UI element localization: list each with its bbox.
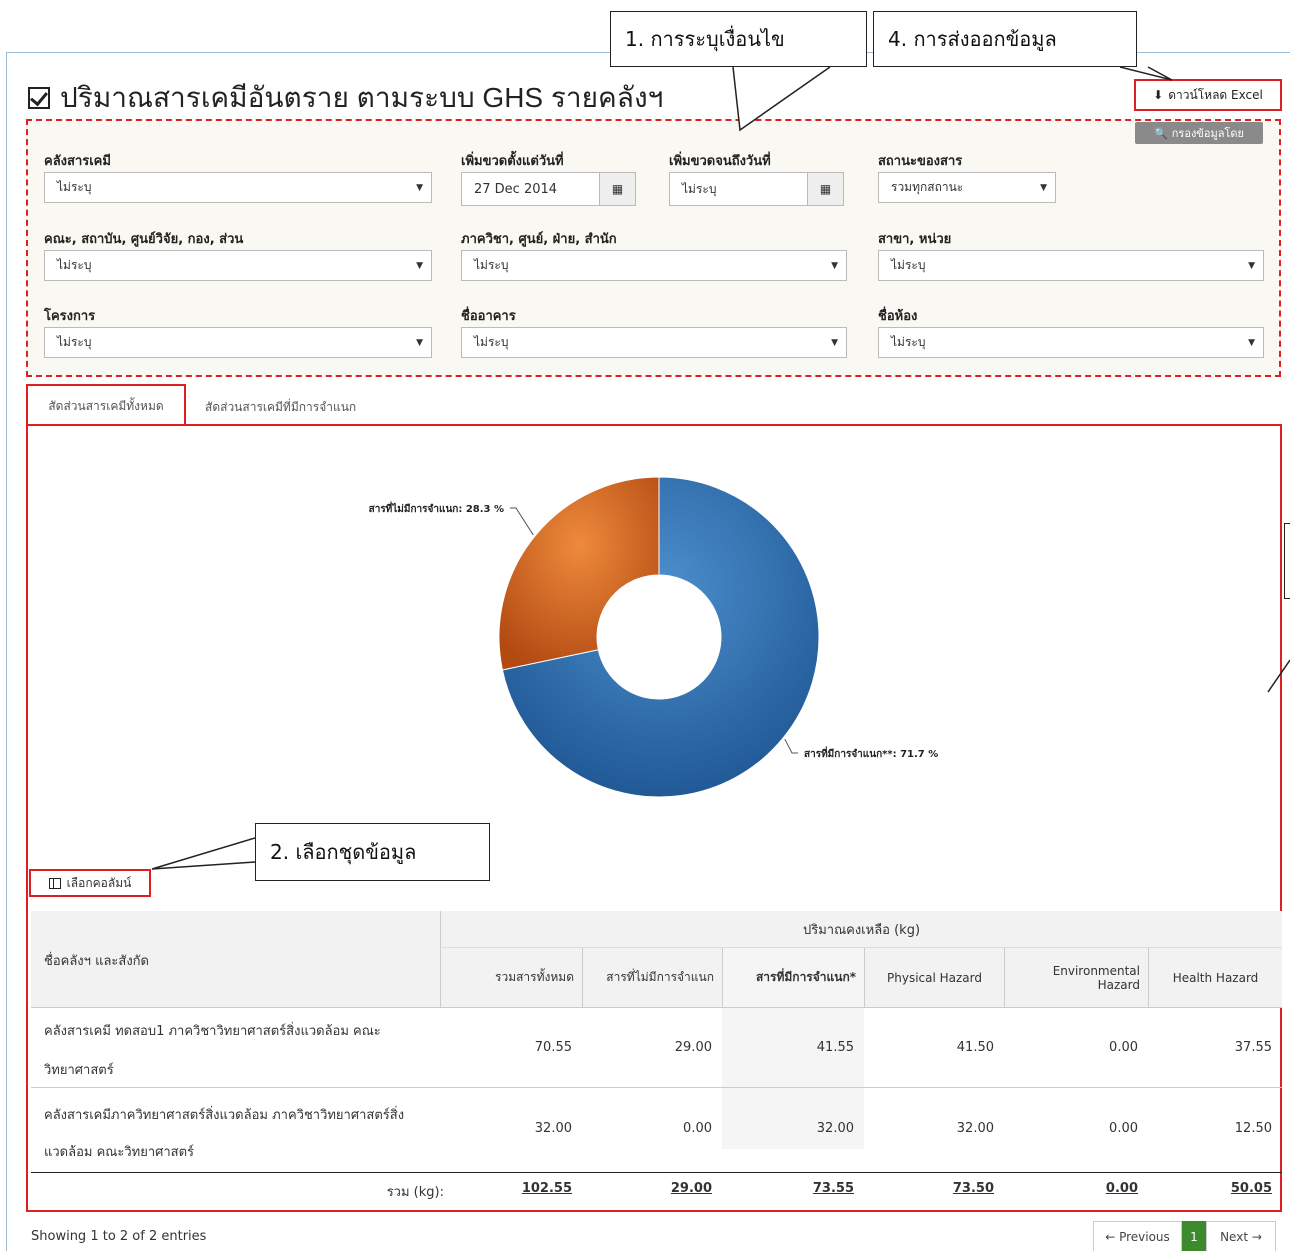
callout-select-dataset: 2. เลือกชุดข้อมูล	[255, 823, 490, 881]
callout-export-pointer	[1119, 66, 1173, 81]
row1-value-5: 37.55	[1234, 1040, 1272, 1055]
callout-offscreen	[1284, 523, 1290, 599]
pagination: ← Previous 1 Next →	[1093, 1221, 1276, 1251]
total-value-4: 0.00	[1105, 1181, 1138, 1196]
callout-export: 4. การส่งออกข้อมูล	[873, 11, 1137, 67]
total-value-0: 102.55	[521, 1181, 572, 1196]
row1-value-3: 41.50	[956, 1040, 994, 1055]
columns-icon	[48, 877, 61, 889]
row-divider	[31, 1007, 1282, 1008]
slice-label-1: สารที่ไม่มีการจำแนก: 28.3 %	[369, 501, 504, 515]
row1-value-4: 0.00	[1109, 1040, 1138, 1055]
total-value-5: 50.05	[1230, 1181, 1272, 1196]
pie-slice-1	[498, 476, 660, 671]
column-header-1[interactable]: สารที่ไม่มีการจำแนก	[582, 948, 722, 1007]
row2-name-line2: แวดล้อม คณะวิทยาศาสตร์	[44, 1145, 195, 1160]
row1-value-2: 41.55	[816, 1040, 854, 1055]
callout-offscreen-pointer	[1267, 659, 1290, 693]
donut-chart: สารที่มีการจำแนก**: 71.7 % สารที่ไม่มีการ…	[151, 66, 1290, 870]
select-columns-button[interactable]: เลือกคอลัมน์	[29, 869, 151, 897]
row2-value-1: 0.00	[683, 1121, 712, 1136]
row2-value-2: 32.00	[816, 1121, 854, 1136]
row1-name-line2: วิทยาศาสตร์	[44, 1063, 114, 1078]
callout-dataset-pointer	[151, 837, 256, 870]
callout-conditions-pointer	[732, 66, 831, 132]
row1-name-line1: คลังสารเคมี ทดสอบ1 ภาควิชาวิทยาศาสตร์สิ่…	[44, 1024, 381, 1039]
row2-value-3: 32.00	[956, 1121, 994, 1136]
row2-value-5: 12.50	[1234, 1121, 1272, 1136]
column-header-3[interactable]: Physical Hazard	[864, 948, 1004, 1007]
row2-value-4: 0.00	[1109, 1121, 1138, 1136]
slice-label-0: สารที่มีการจำแนก**: 71.7 %	[804, 746, 938, 760]
select-columns-label: เลือกคอลัมน์	[66, 875, 132, 890]
column-header-0[interactable]: รวมสารทั้งหมด	[440, 948, 582, 1007]
group-header: ปริมาณคงเหลือ (kg)	[440, 911, 1282, 948]
slice-connector-1	[510, 507, 534, 536]
row1-value-0: 70.55	[534, 1040, 572, 1055]
next-button[interactable]: Next →	[1206, 1221, 1276, 1251]
warehouse-column-header[interactable]: ชื่อคลังฯ และสังกัด	[44, 950, 149, 971]
column-header-2[interactable]: สารที่มีการจำแนก*	[722, 948, 864, 1007]
total-value-2: 73.55	[812, 1181, 854, 1196]
previous-button[interactable]: ← Previous	[1093, 1221, 1182, 1251]
row2-name-line1: คลังสารเคมีภาควิทยาศาสตร์สิ่งแวดล้อม ภาค…	[44, 1108, 405, 1123]
row2-value-0: 32.00	[534, 1121, 572, 1136]
total-value-1: 29.00	[670, 1181, 712, 1196]
total-value-3: 73.50	[952, 1181, 994, 1196]
row-divider	[31, 1087, 1282, 1088]
callout-conditions: 1. การระบุเงื่อนไข	[610, 11, 867, 67]
row1-value-1: 29.00	[674, 1040, 712, 1055]
page: ปริมาณสารเคมีอันตราย ตามระบบ GHS รายคลัง…	[0, 0, 1290, 1251]
total-label: รวม (kg):	[386, 1185, 444, 1200]
slice-connector-0	[784, 738, 798, 754]
column-header-4[interactable]: Environmental Hazard	[1004, 948, 1148, 1007]
table-info: Showing 1 to 2 of 2 entries	[31, 1229, 207, 1244]
page-1-button[interactable]: 1	[1182, 1221, 1206, 1251]
row-divider	[31, 1172, 1282, 1173]
column-header-5[interactable]: Health Hazard	[1148, 948, 1282, 1007]
